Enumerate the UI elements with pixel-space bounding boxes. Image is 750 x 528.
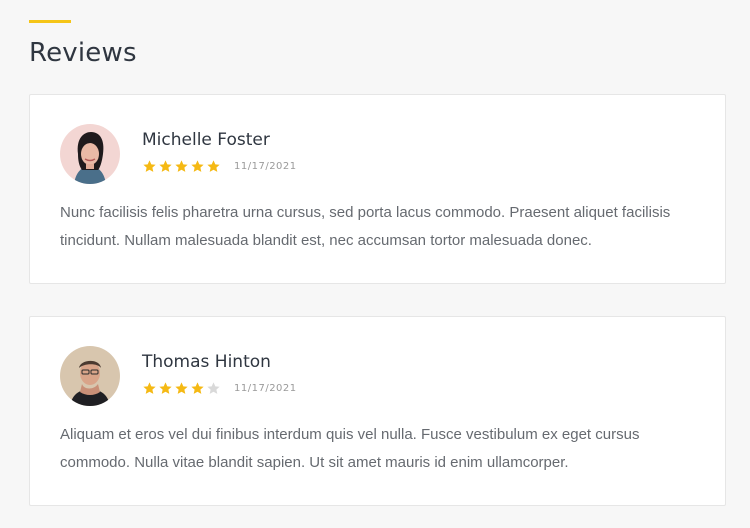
star-icon xyxy=(143,382,156,394)
review-date: 11/17/2021 xyxy=(234,161,297,172)
review-text: Aliquam et eros vel dui finibus interdum… xyxy=(60,426,640,471)
section-title: Reviews xyxy=(29,38,137,68)
star-icon xyxy=(143,160,156,172)
star-icon xyxy=(191,160,204,172)
star-icon xyxy=(207,382,220,394)
star-icon xyxy=(191,382,204,394)
star-rating xyxy=(142,381,221,397)
review-text: Nunc facilisis felis pharetra urna cursu… xyxy=(60,204,671,249)
star-icon xyxy=(207,160,220,172)
reviewer-avatar xyxy=(60,124,120,184)
title-accent-bar xyxy=(29,20,71,23)
star-icon xyxy=(159,160,172,172)
review-date: 11/17/2021 xyxy=(234,383,297,394)
reviewer-avatar xyxy=(60,346,120,406)
star-icon xyxy=(159,382,172,394)
star-icon xyxy=(175,382,188,394)
reviewer-name: Michelle Foster xyxy=(142,130,270,150)
review-card: Michelle Foster 11/17/2021 Nunc facilisi… xyxy=(29,94,726,284)
reviews-section: Reviews Michelle Foster 11/17/2021 Nunc … xyxy=(0,0,750,528)
avatar-man-image xyxy=(60,346,120,406)
reviewer-name: Thomas Hinton xyxy=(142,352,271,372)
star-rating xyxy=(142,159,221,175)
avatar-woman-image xyxy=(60,124,120,184)
star-icon xyxy=(175,160,188,172)
review-card: Thomas Hinton 11/17/2021 Aliquam et eros… xyxy=(29,316,726,506)
